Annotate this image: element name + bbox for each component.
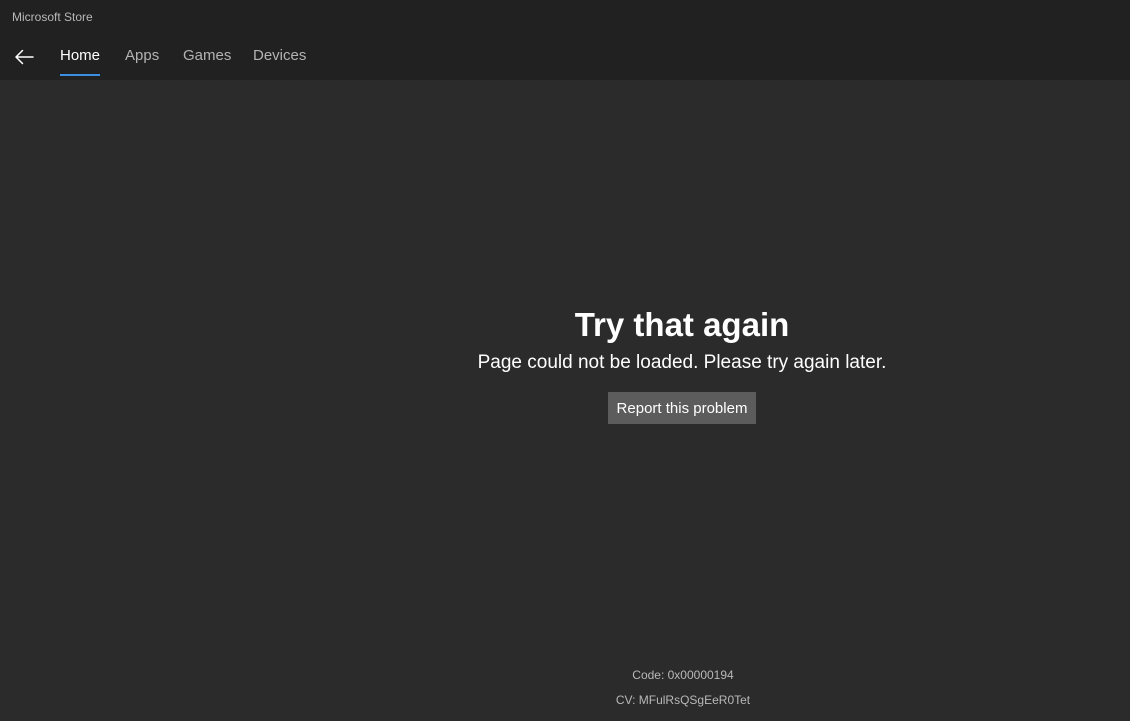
app-title: Microsoft Store: [12, 10, 93, 24]
active-tab-indicator: [60, 74, 101, 76]
error-details: Code: 0x00000194 CV: MFulRsQSgEeR0Tet: [533, 663, 833, 713]
tab-games-label: Games: [183, 47, 232, 64]
tab-apps[interactable]: Apps: [125, 47, 159, 76]
report-problem-button[interactable]: Report this problem: [607, 392, 757, 424]
tab-apps-label: Apps: [125, 47, 160, 64]
tab-home-label: Home: [60, 47, 101, 64]
tab-home[interactable]: Home: [60, 47, 101, 76]
error-message: Page could not be loaded. Please try aga…: [477, 352, 887, 373]
error-title: Try that again: [574, 306, 790, 343]
back-arrow-icon: [14, 49, 34, 65]
title-bar: Microsoft Store: [0, 0, 1130, 36]
nav-bar: Home Apps Games Devices: [0, 36, 1130, 80]
error-code: Code: 0x00000194: [632, 668, 734, 682]
correlation-vector: CV: MFulRsQSgEeR0Tet: [615, 693, 751, 707]
tab-devices-label: Devices: [253, 47, 307, 64]
main-content: Try that again Page could not be loaded.…: [0, 80, 1130, 721]
back-button[interactable]: [10, 44, 38, 70]
tab-devices[interactable]: Devices: [253, 47, 306, 76]
tab-games[interactable]: Games: [183, 47, 231, 76]
error-panel: Try that again Page could not be loaded.…: [382, 304, 982, 424]
